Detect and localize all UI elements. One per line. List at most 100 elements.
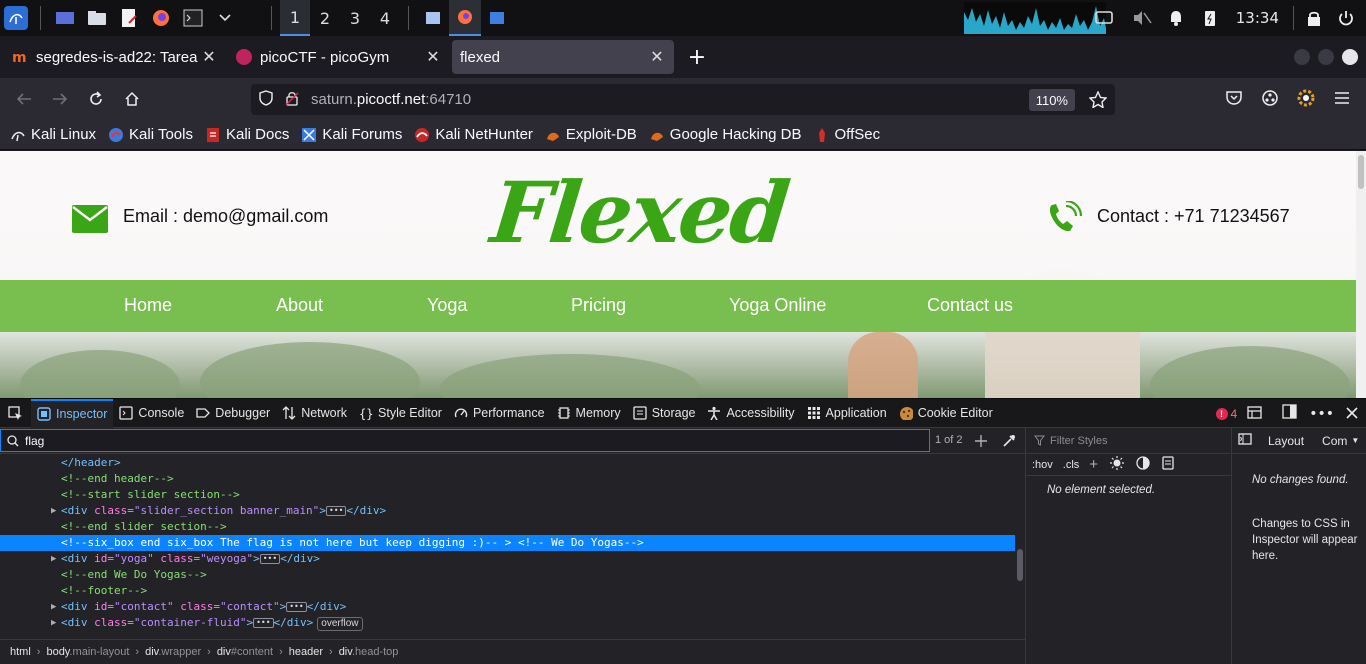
markup-line[interactable]: ▶ <div class="slider_section banner_main"… — [0, 503, 1015, 519]
dark-mode-icon[interactable] — [1136, 456, 1150, 473]
close-icon[interactable]: ✕ — [424, 47, 442, 67]
shield-icon[interactable] — [259, 89, 273, 110]
markup-line[interactable]: ▶ <div class="container-fluid"> ••• </div> o… — [0, 615, 1015, 631]
breadcrumb-item[interactable]: div.head-top — [339, 646, 399, 658]
error-count-badge[interactable]: ! 4 — [1215, 407, 1237, 421]
window-button-desktop[interactable] — [417, 0, 449, 36]
chevron-down-icon[interactable] — [213, 6, 237, 30]
markup-line-selected[interactable]: <!--six_box end six_box The flag is not … — [0, 535, 1015, 551]
markup-scrollbar-thumb[interactable] — [1017, 549, 1023, 581]
markup-line[interactable]: ▶ <div id="contact" class="contact"> ••• </… — [0, 599, 1015, 615]
bookmark-kali-tools[interactable]: Kali Tools — [108, 126, 193, 143]
notification-bell-icon[interactable] — [1164, 6, 1188, 30]
markup-line[interactable]: <!--end slider section--> — [0, 519, 1015, 535]
eyedropper-icon[interactable] — [1002, 433, 1016, 452]
bookmark-google-hacking-db[interactable]: Google Hacking DB — [649, 126, 802, 143]
tab-layout[interactable]: Layout — [1268, 434, 1304, 448]
tab-console[interactable]: Console — [113, 399, 190, 428]
pocket-icon[interactable] — [1225, 90, 1243, 110]
menu-item-pricing[interactable]: Pricing — [571, 295, 626, 316]
page-scrollbar-thumb[interactable] — [1358, 155, 1364, 189]
expand-triangle-icon[interactable]: ▶ — [51, 615, 56, 631]
close-devtools-icon[interactable] — [1346, 404, 1358, 423]
element-picker-button[interactable] — [0, 399, 31, 428]
overflow-badge[interactable]: overflow — [317, 617, 363, 631]
expand-triangle-icon[interactable]: ▶ — [51, 503, 56, 519]
more-options-icon[interactable]: ••• — [1309, 406, 1334, 422]
menu-item-home[interactable]: Home — [124, 295, 172, 316]
collapsed-ellipsis[interactable]: ••• — [259, 554, 281, 564]
lock-icon[interactable] — [1302, 6, 1326, 30]
tab-picoctf[interactable]: picoCTF - picoGym ✕ — [228, 40, 450, 74]
tab-accessibility[interactable]: Accessibility — [701, 399, 800, 428]
markup-line[interactable]: </header> — [0, 455, 1015, 471]
hov-toggle[interactable]: :hov — [1032, 459, 1053, 471]
bookmark-star-icon[interactable] — [1088, 90, 1108, 112]
light-mode-icon[interactable] — [1110, 456, 1125, 473]
collapsed-ellipsis[interactable]: ••• — [325, 506, 347, 516]
extension-icon[interactable] — [1261, 89, 1279, 111]
breadcrumb-item[interactable]: body.main-layout — [46, 646, 129, 658]
site-logo[interactable]: Flexed — [487, 163, 793, 262]
window-button-firefox[interactable] — [449, 0, 481, 36]
menu-item-yoga[interactable]: Yoga — [427, 295, 467, 316]
close-icon[interactable]: ✕ — [200, 47, 218, 67]
tab-style-editor[interactable]: {} Style Editor — [353, 399, 448, 428]
tab-network[interactable]: Network — [276, 399, 353, 428]
workspace-1[interactable]: 1 — [280, 0, 310, 36]
markup-line[interactable]: <!--start slider section--> — [0, 487, 1015, 503]
collapsed-ellipsis[interactable]: ••• — [286, 602, 307, 612]
add-rule-icon[interactable]: + — [1089, 456, 1098, 473]
not-secure-lock-icon[interactable] — [285, 90, 299, 110]
menu-item-contact-us[interactable]: Contact us — [927, 295, 1013, 316]
text-editor-icon[interactable] — [117, 6, 141, 30]
sidebar-toggle-icon[interactable] — [1238, 433, 1252, 448]
tab-cookie-editor[interactable]: Cookie Editor — [893, 399, 999, 428]
file-manager-icon[interactable] — [85, 6, 109, 30]
colorful-extension-icon[interactable] — [1297, 89, 1315, 111]
markup-line[interactable]: <!--end We Do Yogas--> — [0, 567, 1015, 583]
back-button[interactable] — [6, 83, 42, 115]
url-text[interactable]: saturn.picoctf.net:64710 — [311, 91, 471, 108]
header-email[interactable]: Email : demo@gmail.com — [123, 206, 328, 227]
close-icon[interactable]: ✕ — [648, 47, 666, 67]
bookmark-offsec[interactable]: OffSec — [814, 126, 880, 143]
expand-triangle-icon[interactable]: ▶ — [51, 551, 56, 567]
breadcrumb-item[interactable]: div.wrapper — [145, 646, 201, 658]
tab-debugger[interactable]: Debugger — [190, 399, 276, 428]
menu-item-about[interactable]: About — [276, 295, 323, 316]
add-node-icon[interactable] — [974, 433, 988, 452]
bookmark-kali-docs[interactable]: Kali Docs — [205, 126, 289, 143]
maximize-button[interactable] — [1318, 49, 1334, 65]
tab-computed[interactable]: Com — [1322, 434, 1347, 448]
header-contact[interactable]: Contact : +71 71234567 — [1097, 206, 1290, 227]
forward-button[interactable] — [42, 83, 78, 115]
markup-search-input[interactable]: flag — [0, 429, 930, 452]
kali-menu-icon[interactable] — [4, 6, 28, 30]
dock-side-icon[interactable] — [1282, 404, 1297, 423]
page-scrollbar[interactable] — [1356, 151, 1366, 398]
tab-inspector[interactable]: Inspector — [31, 398, 114, 428]
split-console-icon[interactable] — [1247, 404, 1262, 423]
cls-toggle[interactable]: .cls — [1063, 459, 1080, 471]
markup-line[interactable]: <!--footer--> — [0, 583, 1015, 599]
firefox-icon[interactable] — [149, 6, 173, 30]
battery-icon[interactable] — [1198, 6, 1222, 30]
reload-button[interactable] — [78, 83, 114, 115]
tab-application[interactable]: Application — [801, 399, 893, 428]
breadcrumb-item[interactable]: header — [289, 646, 323, 658]
minimize-button[interactable] — [1294, 49, 1310, 65]
filter-styles-input[interactable]: Filter Styles — [1026, 428, 1231, 454]
desktop-icon[interactable] — [53, 6, 77, 30]
close-window-button[interactable] — [1342, 49, 1358, 65]
terminal-icon[interactable] — [181, 6, 205, 30]
mute-icon[interactable] — [1130, 6, 1154, 30]
tab-flexed[interactable]: flexed ✕ — [452, 40, 674, 74]
hamburger-menu-icon[interactable] — [1334, 90, 1350, 109]
markup-line[interactable]: ▶ <div id="yoga" class="weyoga"> ••• </div> — [0, 551, 1015, 567]
tab-performance[interactable]: Performance — [448, 399, 551, 428]
breadcrumb-item[interactable]: div#content — [217, 646, 273, 658]
display-icon[interactable] — [1092, 6, 1116, 30]
clock[interactable]: 13:34 — [1236, 9, 1279, 27]
chevron-down-icon[interactable]: ▼ — [1351, 436, 1359, 445]
